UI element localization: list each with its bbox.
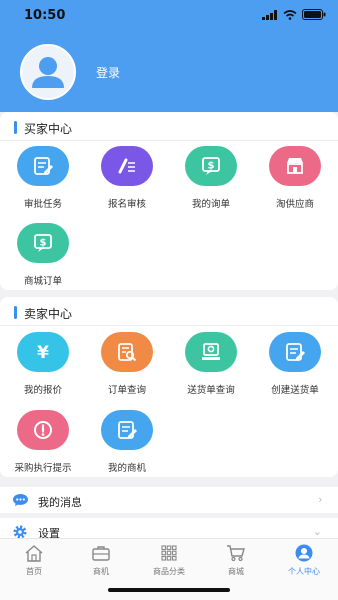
mall-orders-button[interactable]: $ 商城订单 (1, 223, 85, 287)
item-label: 采购执行提示 (14, 463, 72, 474)
alert-icon (17, 410, 69, 450)
approval-icon (17, 146, 69, 186)
seller-center-card: 卖家中心 ¥ 我的报价 订单查询 送货单查询 创建送货单 采购执行提示 我的商机 (0, 297, 338, 477)
battery-icon (302, 9, 326, 20)
item-label: 订单查询 (107, 385, 146, 396)
svg-text:¥: ¥ (37, 343, 49, 363)
item-label: 我的报价 (23, 385, 62, 396)
signup-review-icon (101, 146, 153, 186)
item-label: 商城订单 (23, 276, 62, 287)
chevron-down-icon: ⌄ (312, 526, 322, 538)
buyer-center-title: 买家中心 (14, 120, 72, 137)
procurement-alert-button[interactable]: 采购执行提示 (1, 410, 85, 474)
create-delivery-icon (269, 332, 321, 372)
login-link[interactable]: 登录 (96, 64, 120, 81)
delivery-search-button[interactable]: 送货单查询 (169, 332, 253, 396)
home-icon (25, 545, 43, 562)
signal-icon (262, 9, 277, 20)
item-label: 审批任务 (23, 199, 62, 210)
store-icon (269, 146, 321, 186)
find-supplier-button[interactable]: 淘供应商 (253, 146, 337, 210)
tab-label: 首页 (26, 567, 42, 576)
item-label: 淘供应商 (275, 199, 314, 210)
svg-text:$: $ (40, 238, 47, 249)
opportunity-icon (101, 410, 153, 450)
cart-icon (227, 545, 245, 562)
svg-text:$: $ (208, 161, 215, 172)
person-avatar-icon (22, 46, 74, 98)
divider (0, 140, 338, 141)
item-label: 创建送货单 (271, 385, 319, 396)
approval-tasks-button[interactable]: 审批任务 (1, 146, 85, 210)
delivery-search-icon (185, 332, 237, 372)
item-label: 报名审核 (107, 199, 146, 210)
chevron-right-icon: › (318, 494, 322, 506)
avatar[interactable] (20, 44, 76, 100)
tab-label: 商城 (228, 567, 244, 576)
inquiry-icon: $ (185, 146, 237, 186)
tab-label: 商品分类 (153, 567, 185, 576)
divider (0, 325, 338, 326)
yen-icon: ¥ (17, 332, 69, 372)
order-search-button[interactable]: 订单查询 (85, 332, 169, 396)
status-time: 10:50 (24, 8, 66, 23)
tab-personal-center[interactable]: 个人中心 (274, 544, 334, 577)
grid-icon (161, 545, 177, 561)
my-messages-row[interactable]: 我的消息 › (0, 487, 338, 513)
my-quote-button[interactable]: ¥ 我的报价 (1, 332, 85, 396)
tab-label: 个人中心 (288, 567, 320, 576)
my-opportunity-button[interactable]: 我的商机 (85, 410, 169, 474)
profile-header: 10:50 登录 (0, 0, 338, 112)
chat-bubble-icon (13, 494, 28, 506)
my-inquiry-button[interactable]: $ 我的询单 (169, 146, 253, 210)
status-bar: 10:50 (0, 0, 338, 30)
buyer-center-card: 买家中心 审批任务 报名审核 $ 我的询单 淘供应商 $ 商城订单 (0, 112, 338, 290)
item-label: 我的询单 (191, 199, 230, 210)
tab-categories[interactable]: 商品分类 (139, 544, 199, 577)
tab-label: 商机 (93, 567, 109, 576)
status-icons (262, 9, 326, 20)
tab-home[interactable]: 首页 (4, 544, 64, 577)
tab-mall[interactable]: 商城 (206, 544, 266, 577)
item-label: 我的商机 (107, 463, 146, 474)
signup-review-button[interactable]: 报名审核 (85, 146, 169, 210)
seller-center-title: 卖家中心 (14, 305, 72, 322)
my-messages-label: 我的消息 (38, 497, 82, 509)
create-delivery-button[interactable]: 创建送货单 (253, 332, 337, 396)
person-icon (295, 544, 313, 562)
wifi-icon (283, 9, 297, 20)
item-label: 送货单查询 (187, 385, 235, 396)
home-indicator (108, 588, 230, 592)
tab-opportunity[interactable]: 商机 (71, 544, 131, 577)
mall-order-icon: $ (17, 223, 69, 263)
order-search-icon (101, 332, 153, 372)
briefcase-icon (92, 546, 110, 561)
